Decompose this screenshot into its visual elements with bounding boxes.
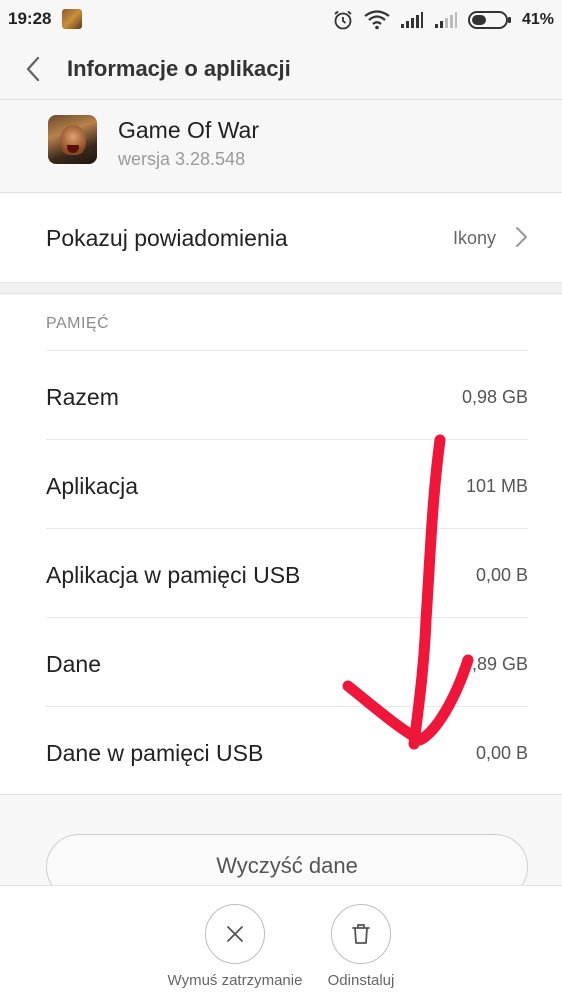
storage-row-total: Razem 0,98 GB xyxy=(46,350,528,439)
close-icon xyxy=(227,926,243,942)
storage-row-label: Razem xyxy=(46,384,119,410)
status-time: 19:28 xyxy=(8,9,52,28)
chevron-left-icon xyxy=(26,56,40,82)
signal-icon xyxy=(400,12,423,28)
storage-row-data: Dane 0,89 GB xyxy=(46,617,528,706)
clear-data-label: Wyczyść dane xyxy=(216,853,358,878)
storage-row-label: Dane w pamięci USB xyxy=(46,740,264,766)
bottom-action-bar: Wymuś zatrzymanie Odinstaluj xyxy=(0,885,562,999)
wifi-icon xyxy=(364,10,390,30)
notification-app-icon xyxy=(62,9,82,29)
app-name: Game Of War xyxy=(118,117,259,143)
storage-list: Razem 0,98 GB Aplikacja 101 MB Aplikacja… xyxy=(46,350,528,795)
trash-icon xyxy=(352,924,370,944)
notifications-label: Pokazuj powiadomienia xyxy=(46,225,288,251)
uninstall-label: Odinstaluj xyxy=(327,972,395,989)
notifications-setting[interactable]: Pokazuj powiadomienia Ikony xyxy=(0,194,562,283)
notifications-value: Ikony xyxy=(452,228,496,248)
storage-row-value: 0,89 GB xyxy=(461,654,528,674)
storage-row-value: 0,00 B xyxy=(475,565,528,585)
uninstall-button[interactable]: Odinstaluj xyxy=(316,904,406,989)
storage-row-app: Aplikacja 101 MB xyxy=(46,439,528,528)
storage-row-label: Aplikacja xyxy=(46,473,139,499)
storage-row-value: 101 MB xyxy=(465,476,528,496)
storage-row-value: 0,00 B xyxy=(475,743,528,763)
battery-percent: 41% xyxy=(521,11,554,28)
storage-row-label: Dane xyxy=(46,651,101,677)
storage-row-data-usb: Dane w pamięci USB 0,00 B xyxy=(46,706,528,795)
force-stop-label: Wymuś zatrzymanie xyxy=(167,972,303,989)
back-button[interactable] xyxy=(18,54,48,84)
battery-icon xyxy=(467,11,511,29)
app-summary: Game Of War wersja 3.28.548 xyxy=(0,101,562,193)
alarm-icon xyxy=(334,10,352,30)
force-stop-button[interactable]: Wymuś zatrzymanie xyxy=(160,904,310,989)
page-title: Informacje o aplikacji xyxy=(67,56,291,81)
storage-row-value: 0,98 GB xyxy=(461,387,528,407)
app-version: wersja 3.28.548 xyxy=(118,149,246,169)
storage-row-label: Aplikacja w pamięci USB xyxy=(46,562,301,588)
status-icons: 41% xyxy=(332,7,554,33)
status-bar: 19:28 41% xyxy=(0,0,562,40)
app-bar: Informacje o aplikacji xyxy=(0,40,562,100)
storage-section-title: PAMIĘĆ xyxy=(46,315,110,332)
force-stop-circle[interactable] xyxy=(205,904,265,964)
storage-section: PAMIĘĆ Razem 0,98 GB Aplikacja 101 MB Ap… xyxy=(0,295,562,795)
storage-row-app-usb: Aplikacja w pamięci USB 0,00 B xyxy=(46,528,528,617)
section-divider xyxy=(0,283,562,294)
uninstall-circle[interactable] xyxy=(331,904,391,964)
chevron-right-icon xyxy=(516,227,527,247)
signal-icon xyxy=(434,12,457,28)
app-icon xyxy=(48,115,97,164)
